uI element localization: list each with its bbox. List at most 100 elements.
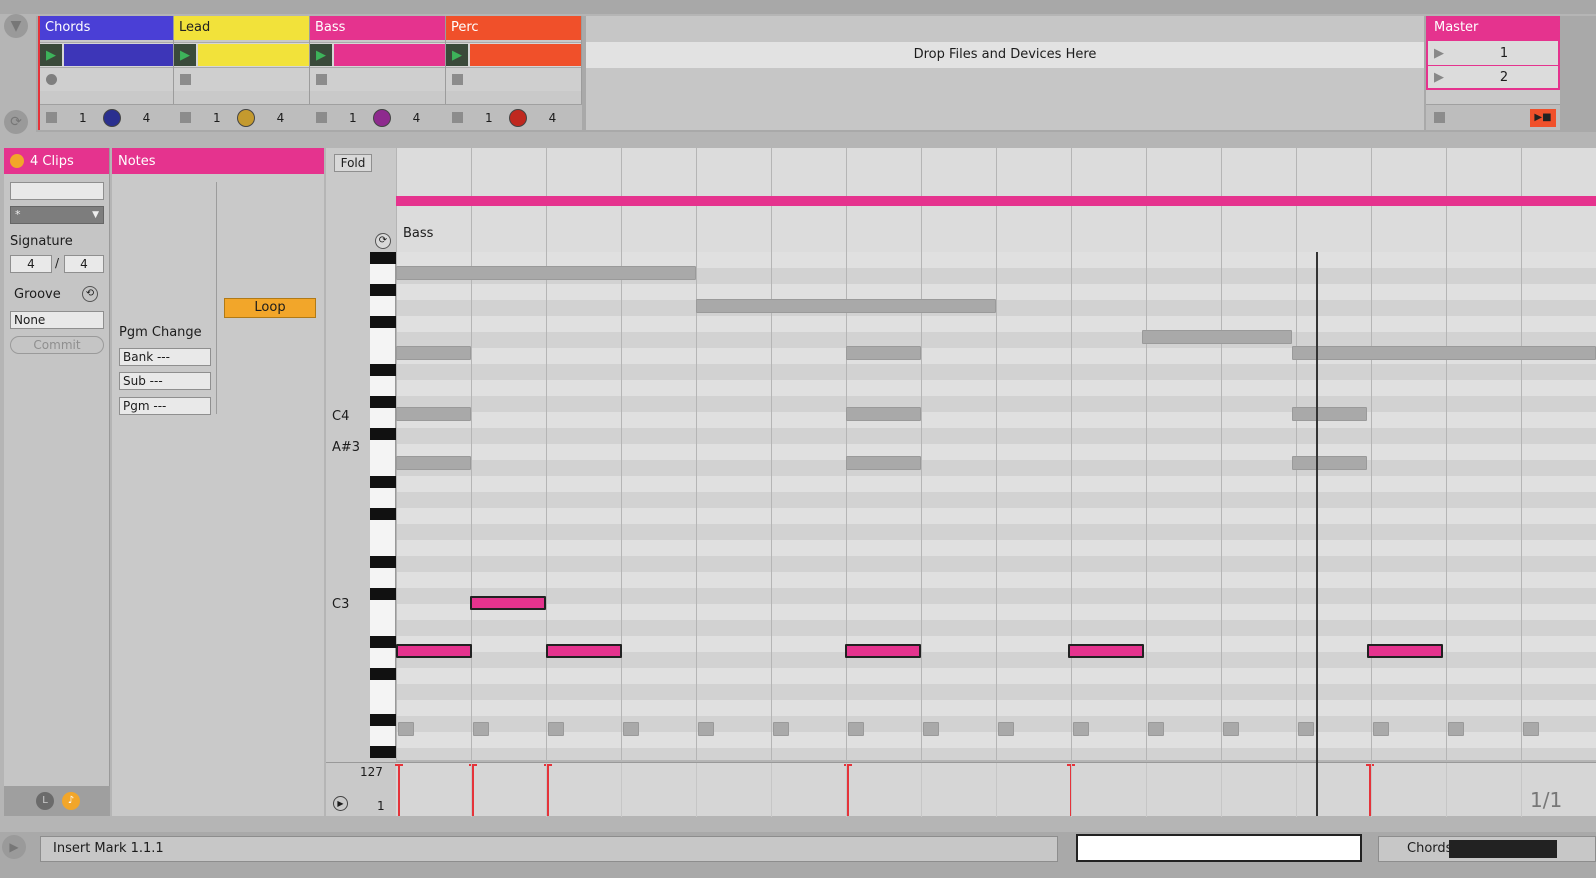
fold-button[interactable]: Fold xyxy=(334,154,372,172)
velocity-handle[interactable] xyxy=(395,764,403,766)
drum-note[interactable] xyxy=(848,722,864,736)
pgm-field[interactable]: Pgm --- xyxy=(119,397,211,415)
scene-play-icon[interactable]: ▶ xyxy=(1428,46,1450,61)
notes-panel-header[interactable]: Notes xyxy=(112,148,324,174)
ghost-note[interactable] xyxy=(396,456,471,470)
track-stop-button[interactable] xyxy=(452,112,463,123)
midi-note[interactable] xyxy=(1068,644,1144,658)
drum-note[interactable] xyxy=(473,722,489,736)
drum-note[interactable] xyxy=(623,722,639,736)
groove-select[interactable]: None xyxy=(10,311,104,329)
velocity-stem[interactable] xyxy=(544,764,552,816)
ghost-note[interactable] xyxy=(846,456,921,470)
ghost-note[interactable] xyxy=(696,299,996,313)
black-key[interactable] xyxy=(370,588,396,600)
stop-slot-icon[interactable] xyxy=(452,74,463,85)
clip-play-icon[interactable]: ▶ xyxy=(310,44,332,66)
status-play-icon[interactable]: ▶ xyxy=(2,835,26,859)
black-key[interactable] xyxy=(370,714,396,726)
drum-note[interactable] xyxy=(1373,722,1389,736)
drum-note[interactable] xyxy=(1448,722,1464,736)
clip-play-icon[interactable]: ▶ xyxy=(446,44,468,66)
session-collapse-icon[interactable]: ▼ xyxy=(4,14,28,38)
session-sync-icon[interactable]: ⟳ xyxy=(4,110,28,134)
clip-body[interactable] xyxy=(198,44,309,66)
velocity-lane[interactable] xyxy=(395,762,1596,817)
black-key[interactable] xyxy=(370,428,396,440)
clip-slot-2[interactable] xyxy=(40,67,173,91)
black-key[interactable] xyxy=(370,636,396,648)
drum-note[interactable] xyxy=(773,722,789,736)
ghost-note[interactable] xyxy=(846,346,921,360)
midi-note[interactable] xyxy=(845,644,921,658)
signature-denominator[interactable]: 4 xyxy=(64,255,104,273)
record-arm-button[interactable]: ▶■ xyxy=(1530,108,1556,127)
black-key[interactable] xyxy=(370,508,396,520)
drum-note[interactable] xyxy=(398,722,414,736)
commit-button[interactable]: Commit xyxy=(10,336,104,354)
drum-note[interactable] xyxy=(1523,722,1539,736)
track-header[interactable]: Chords xyxy=(40,16,173,40)
piano-keyboard[interactable] xyxy=(370,252,396,804)
clip-activator-icon[interactable] xyxy=(10,154,24,168)
drum-note[interactable] xyxy=(698,722,714,736)
piano-roll-grid[interactable] xyxy=(396,148,1596,760)
drum-note[interactable] xyxy=(998,722,1014,736)
velocity-stem[interactable] xyxy=(395,764,403,816)
clip-body[interactable] xyxy=(470,44,581,66)
track-header[interactable]: Perc xyxy=(446,16,581,40)
track-volume-knob[interactable] xyxy=(508,108,527,127)
velocity-stem[interactable] xyxy=(469,764,477,816)
scene-launch-2[interactable]: ▶ 2 xyxy=(1426,65,1560,90)
record-slot-icon[interactable] xyxy=(46,74,57,85)
black-key[interactable] xyxy=(370,316,396,328)
clip-name-field[interactable] xyxy=(10,182,104,200)
page-indicator[interactable]: 1/1 xyxy=(1530,788,1562,812)
clip-slot-1[interactable]: ▶ xyxy=(310,42,445,67)
scene-launch-1[interactable]: ▶ 1 xyxy=(1426,40,1560,65)
black-key[interactable] xyxy=(370,556,396,568)
status-track-box[interactable]: Chords xyxy=(1378,836,1596,862)
scene-play-icon[interactable]: ▶ xyxy=(1428,70,1450,85)
clip-view-icon[interactable]: L xyxy=(36,792,54,810)
drum-note[interactable] xyxy=(1148,722,1164,736)
black-key[interactable] xyxy=(370,396,396,408)
track-volume-knob[interactable] xyxy=(236,108,255,127)
track-stop-button[interactable] xyxy=(180,112,191,123)
preview-icon[interactable]: ⟳ xyxy=(375,233,391,249)
drum-note[interactable] xyxy=(923,722,939,736)
black-key[interactable] xyxy=(370,364,396,376)
sample-view-icon[interactable]: ♪ xyxy=(62,792,80,810)
track-header[interactable]: Bass xyxy=(310,16,445,40)
signature-numerator[interactable]: 4 xyxy=(10,255,52,273)
track-stop-button[interactable] xyxy=(316,112,327,123)
ghost-note[interactable] xyxy=(1292,407,1367,421)
clip-slot-2[interactable] xyxy=(310,67,445,91)
track-header[interactable]: Lead xyxy=(174,16,309,40)
clip-slot-2[interactable] xyxy=(174,67,309,91)
midi-note[interactable] xyxy=(396,644,472,658)
drum-note[interactable] xyxy=(1073,722,1089,736)
drum-note[interactable] xyxy=(548,722,564,736)
track-volume-knob[interactable] xyxy=(102,108,121,127)
drum-note[interactable] xyxy=(1298,722,1314,736)
ghost-note[interactable] xyxy=(1292,456,1367,470)
master-track-header[interactable]: Master xyxy=(1426,16,1560,40)
black-key[interactable] xyxy=(370,284,396,296)
midi-note[interactable] xyxy=(546,644,622,658)
black-key[interactable] xyxy=(370,746,396,758)
clip-slot-2[interactable] xyxy=(446,67,581,91)
drop-zone[interactable]: Drop Files and Devices Here xyxy=(586,16,1424,130)
clip-slot-1[interactable]: ▶ xyxy=(174,42,309,67)
clip-color-select[interactable]: * ▼ xyxy=(10,206,104,224)
track-stop-button[interactable] xyxy=(46,112,57,123)
loop-button[interactable]: Loop xyxy=(224,298,316,318)
clip-body[interactable] xyxy=(334,44,445,66)
ghost-note[interactable] xyxy=(1142,330,1292,344)
clip-slot-1[interactable]: ▶ xyxy=(446,42,581,67)
ghost-note[interactable] xyxy=(396,266,696,280)
black-key[interactable] xyxy=(370,668,396,680)
drum-note[interactable] xyxy=(1223,722,1239,736)
track-volume-knob[interactable] xyxy=(372,108,391,127)
black-key[interactable] xyxy=(370,476,396,488)
